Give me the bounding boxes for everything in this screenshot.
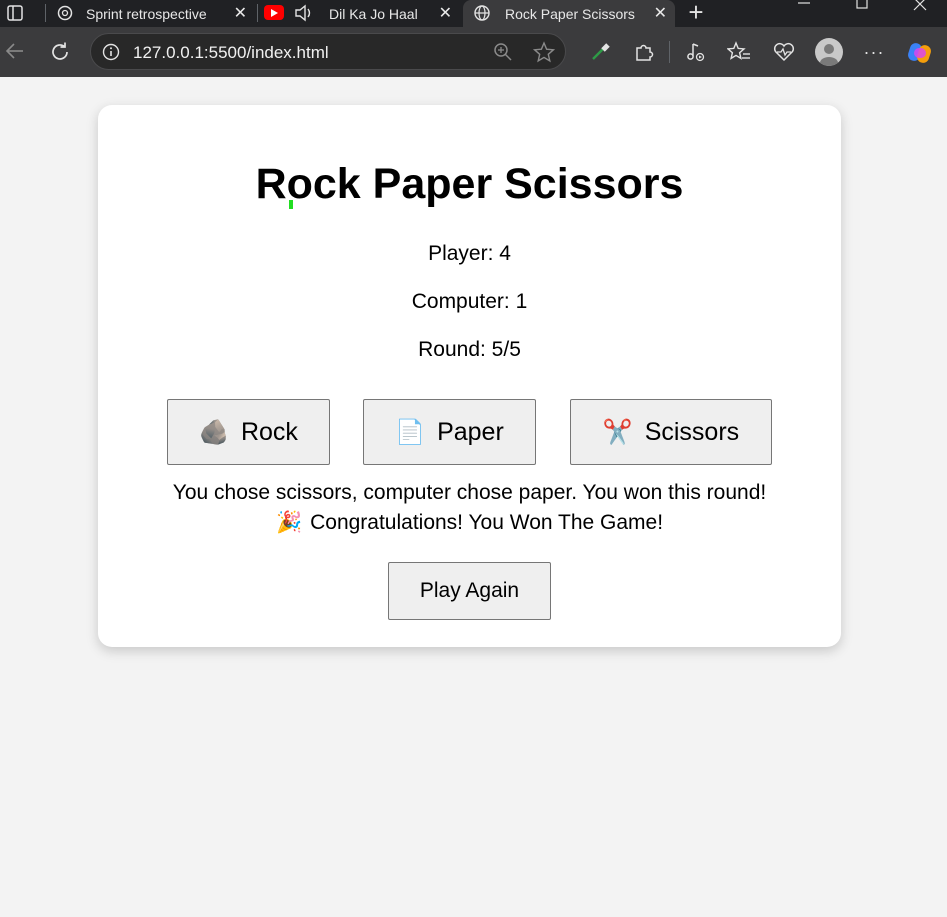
site-info-icon[interactable] <box>102 43 120 61</box>
extensions-icon[interactable] <box>632 40 656 64</box>
rock-button[interactable]: 🪨 Rock <box>167 399 330 465</box>
rock-icon: 🪨 <box>199 418 229 446</box>
final-message-text: Congratulations! You Won The Game! <box>310 511 664 534</box>
tab-title: Rock Paper Scissors <box>505 5 635 22</box>
round-result: You chose scissors, computer chose paper… <box>172 481 767 504</box>
rock-button-label: Rock <box>240 417 298 446</box>
paper-icon: 📄 <box>395 418 426 446</box>
tab-separator <box>45 4 46 22</box>
tab-close-icon[interactable]: ✕ <box>439 3 452 23</box>
close-window-icon[interactable] <box>910 0 930 12</box>
profile-avatar[interactable] <box>815 38 843 66</box>
new-tab-icon[interactable]: + <box>684 0 708 25</box>
minimize-icon[interactable] <box>794 0 814 10</box>
toolbar-separator <box>669 41 670 63</box>
player-score: Player: 4 <box>428 242 511 265</box>
tab-sprint-retrospective[interactable]: Sprint retrospective ✕ <box>50 0 255 27</box>
tab-close-icon[interactable]: ✕ <box>654 3 667 23</box>
address-bar[interactable]: 127.0.0.1:5500/index.html <box>90 33 566 70</box>
url-text: 127.0.0.1:5500/index.html <box>133 43 329 62</box>
tab-title: Dil Ka Jo Haal Hai <box>329 5 421 22</box>
game-title: Rock Paper Scissors <box>255 160 684 208</box>
paper-button[interactable]: 📄 Paper <box>363 399 536 465</box>
browser-essentials-icon[interactable] <box>772 40 796 64</box>
tab-strip: Sprint retrospective ✕ Dil Ka Jo Haal Ha… <box>0 0 947 27</box>
tab-rock-paper-scissors[interactable]: Rock Paper Scissors ✕ <box>463 0 675 27</box>
paper-button-label: Paper <box>437 417 504 446</box>
favorites-icon[interactable] <box>727 40 751 64</box>
globe-icon <box>473 4 491 22</box>
eyedropper-extension-icon[interactable] <box>589 41 611 63</box>
refresh-icon[interactable] <box>48 40 72 64</box>
tab-title: Sprint retrospective <box>86 5 207 22</box>
text-cursor <box>289 200 293 209</box>
computer-score: Computer: 1 <box>411 290 528 313</box>
chatgpt-icon <box>56 4 74 22</box>
speaker-icon[interactable] <box>294 4 314 22</box>
scissors-icon: ✂️ <box>602 418 633 446</box>
maximize-icon[interactable] <box>852 0 872 10</box>
more-menu-icon[interactable]: ··· <box>862 41 886 63</box>
youtube-icon <box>264 5 284 20</box>
tab-separator <box>257 4 258 22</box>
zoom-icon[interactable] <box>493 42 513 62</box>
scissors-button-label: Scissors <box>644 417 740 446</box>
browser-toolbar: 127.0.0.1:5500/index.html ··· <box>0 27 947 77</box>
tab-actions-icon[interactable] <box>4 2 26 24</box>
party-popper-icon: 🎉 <box>275 511 303 534</box>
back-icon[interactable] <box>4 40 26 62</box>
tab-close-icon[interactable]: ✕ <box>234 3 247 23</box>
tab-dil-ka-jo-haal[interactable]: Dil Ka Jo Haal Hai ✕ <box>260 0 460 27</box>
play-again-button[interactable]: Play Again <box>388 562 551 620</box>
scissors-button[interactable]: ✂️ Scissors <box>570 399 772 465</box>
final-message: 🎉 Congratulations! You Won The Game! <box>0 511 939 535</box>
media-control-icon[interactable] <box>683 40 707 64</box>
round-counter: Round: 5/5 <box>418 338 521 361</box>
favorite-star-icon[interactable] <box>533 41 555 63</box>
copilot-icon[interactable] <box>906 39 934 67</box>
